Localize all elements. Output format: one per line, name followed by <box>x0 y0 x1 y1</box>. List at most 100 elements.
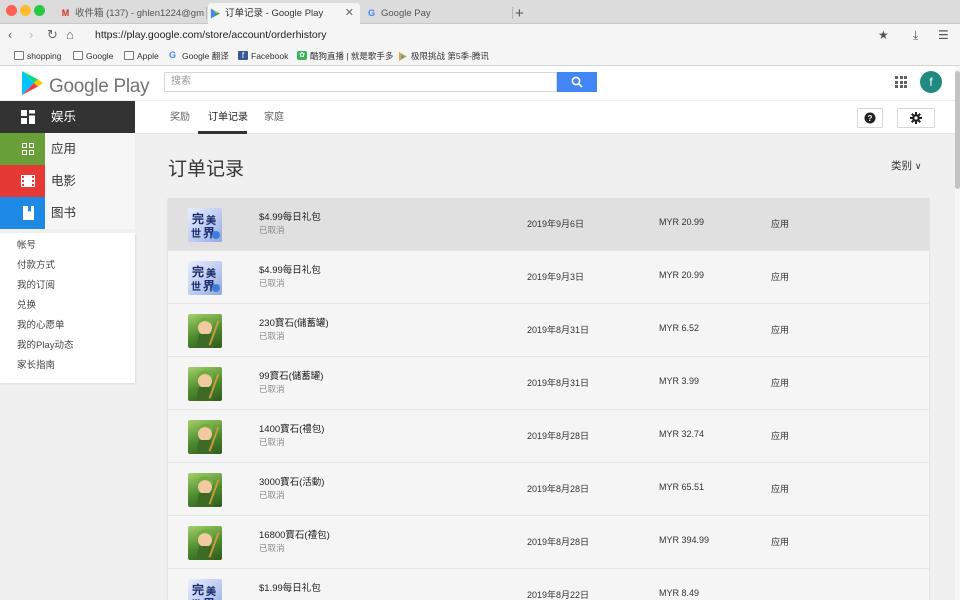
close-window-button[interactable] <box>6 5 17 16</box>
help-icon: ? <box>864 112 876 124</box>
search-button[interactable] <box>557 72 597 92</box>
order-price: MYR 32.74 <box>659 429 705 439</box>
page-title: 订单记录 <box>168 159 245 180</box>
address-bar[interactable]: https://play.google.com/store/account/or… <box>95 27 327 43</box>
reload-icon[interactable]: ↻ <box>47 26 58 44</box>
page-scrollbar[interactable] <box>955 66 960 600</box>
forward-icon[interactable]: › <box>29 26 33 44</box>
bookmark-facebook[interactable]: f Facebook <box>238 49 288 63</box>
order-item-name: 1400寶石(禮包) <box>259 424 325 435</box>
folder-icon <box>124 51 134 60</box>
account-links: 帐号 付款方式 我的订阅 兑换 我的心愿单 我的Play动态 家长指南 <box>0 233 135 383</box>
order-date: 2019年8月31日 <box>527 378 590 388</box>
browser-tab-bar: M 收件箱 (137) - ghlen1224@gm 订单记录 - Google… <box>0 0 960 24</box>
order-type: 应用 <box>771 325 790 335</box>
order-item-name: 99寶石(儲蓄罐) <box>259 371 324 382</box>
category-filter-dropdown[interactable]: 类别 ∨ <box>891 158 922 173</box>
order-status: 已取消 <box>259 437 285 447</box>
browser-tab-gmail[interactable]: M 收件箱 (137) - ghlen1224@gm <box>58 3 206 24</box>
order-status: 已取消 <box>259 490 285 500</box>
sidebar-link-payment-methods[interactable]: 付款方式 <box>17 259 55 273</box>
sidebar-item-apps[interactable]: 应用 <box>0 133 135 165</box>
order-row[interactable]: 完美 世界 $4.99每日礼包 已取消 2019年9月3日 MYR 20.99 … <box>168 251 929 304</box>
scrollbar-thumb[interactable] <box>955 71 960 189</box>
order-date: 2019年8月28日 <box>527 537 590 547</box>
google-translate-icon: G <box>169 50 177 60</box>
gear-icon <box>910 112 922 124</box>
castle-clash-icon <box>188 314 222 348</box>
order-status: 已取消 <box>259 543 285 553</box>
bookmark-label: Facebook <box>251 51 289 61</box>
close-tab-icon[interactable]: ✕ <box>345 3 354 24</box>
google-apps-icon[interactable] <box>895 76 907 88</box>
order-item-name: $1.99每日礼包 <box>259 583 321 594</box>
search-input[interactable]: 搜索 <box>164 72 557 92</box>
order-row[interactable]: 3000寶石(活動) 已取消 2019年8月28日 MYR 65.51 应用 <box>168 463 929 516</box>
bookmark-tencent-video[interactable]: 极限挑战 第5季-腾讯 <box>398 49 489 63</box>
chevron-down-icon: ∨ <box>914 161 922 171</box>
bookmark-kugou[interactable]: ✿ 酷狗直播 | 就是歌手多 <box>297 49 393 63</box>
order-status: 已取消 <box>259 331 285 341</box>
tab-separator <box>512 7 513 19</box>
logo-text: Google Play <box>49 76 150 97</box>
help-button[interactable]: ? <box>857 108 883 128</box>
folder-icon <box>73 51 83 60</box>
order-row[interactable]: 完美 世界 $4.99每日礼包 已取消 2019年9月6日 MYR 20.99 … <box>168 198 929 251</box>
tab-title: 收件箱 (137) - ghlen1224@gm <box>75 8 204 19</box>
order-row[interactable]: 完美 世界 $1.99每日礼包 2019年8月22日 MYR 8.49 <box>168 569 929 600</box>
bookmark-label: Google 翻译 <box>182 51 229 61</box>
tab-order-history[interactable]: 订单记录 <box>208 111 248 125</box>
order-type: 应用 <box>771 537 790 547</box>
sidebar-link-play-activity[interactable]: 我的Play动态 <box>17 339 73 353</box>
bookmark-shopping[interactable]: shopping <box>14 49 62 63</box>
bookmark-google[interactable]: Google <box>73 49 113 63</box>
browser-tab-google-play[interactable]: 订单记录 - Google Play ✕ <box>208 3 360 24</box>
order-price: MYR 8.49 <box>659 588 700 598</box>
sidebar-item-books[interactable]: 图书 <box>0 197 135 229</box>
home-icon[interactable]: ⌂ <box>66 26 74 44</box>
order-price: MYR 20.99 <box>659 270 705 280</box>
download-icon[interactable]: ⤓ <box>913 26 918 44</box>
order-type: 应用 <box>771 431 790 441</box>
order-type: 应用 <box>771 272 790 282</box>
order-item-name: 230寶石(儲蓄罐) <box>259 318 329 329</box>
order-row[interactable]: 230寶石(儲蓄罐) 已取消 2019年8月31日 MYR 6.52 应用 <box>168 304 929 357</box>
bookmark-star-icon[interactable]: ★ <box>878 26 889 44</box>
apps-icon <box>0 133 45 165</box>
account-avatar[interactable]: f <box>920 71 942 93</box>
browser-tab-google-pay[interactable]: G Google Pay <box>364 3 512 24</box>
sidebar-link-subscriptions[interactable]: 我的订阅 <box>17 279 55 293</box>
order-item-name: 3000寶石(活動) <box>259 477 325 488</box>
castle-clash-icon <box>188 526 222 560</box>
sidebar-link-parent-guide[interactable]: 家长指南 <box>17 359 55 373</box>
category-sidebar: 娱乐 应用 电影 图书 <box>0 101 135 229</box>
sidebar-item-entertainment[interactable]: 娱乐 <box>0 101 135 133</box>
order-item-name: 16800寶石(禮包) <box>259 530 330 541</box>
tab-family[interactable]: 家庭 <box>264 111 284 125</box>
maximize-window-button[interactable] <box>34 5 45 16</box>
tab-rewards[interactable]: 奖励 <box>170 111 190 125</box>
bookmark-apple[interactable]: Apple <box>124 49 159 63</box>
tab-title: Google Pay <box>381 8 431 19</box>
order-date: 2019年8月31日 <box>527 325 590 335</box>
order-price: MYR 65.51 <box>659 482 705 492</box>
tab-title: 订单记录 - Google Play <box>225 8 324 19</box>
order-status: 已取消 <box>259 278 285 288</box>
sidebar-item-movies[interactable]: 电影 <box>0 165 135 197</box>
order-row[interactable]: 16800寶石(禮包) 已取消 2019年8月28日 MYR 394.99 应用 <box>168 516 929 569</box>
new-tab-icon[interactable]: + <box>515 3 524 24</box>
back-icon[interactable]: ‹ <box>8 26 12 44</box>
minimize-window-button[interactable] <box>20 5 31 16</box>
sidebar-link-redeem[interactable]: 兑换 <box>17 299 36 313</box>
order-row[interactable]: 1400寶石(禮包) 已取消 2019年8月28日 MYR 32.74 应用 <box>168 410 929 463</box>
menu-icon[interactable]: ☰ <box>938 26 949 44</box>
category-filter-label: 类别 <box>891 160 912 172</box>
sidebar-link-wishlist[interactable]: 我的心愿单 <box>17 319 65 333</box>
order-row[interactable]: 99寶石(儲蓄罐) 已取消 2019年8月31日 MYR 3.99 应用 <box>168 357 929 410</box>
settings-button[interactable] <box>897 108 935 128</box>
order-date: 2019年9月3日 <box>527 272 585 282</box>
bookmark-google-translate[interactable]: G Google 翻译 <box>169 49 229 63</box>
sidebar-link-account[interactable]: 帐号 <box>17 239 36 253</box>
gmail-icon: M <box>61 8 70 18</box>
google-g-icon: G <box>367 8 375 18</box>
